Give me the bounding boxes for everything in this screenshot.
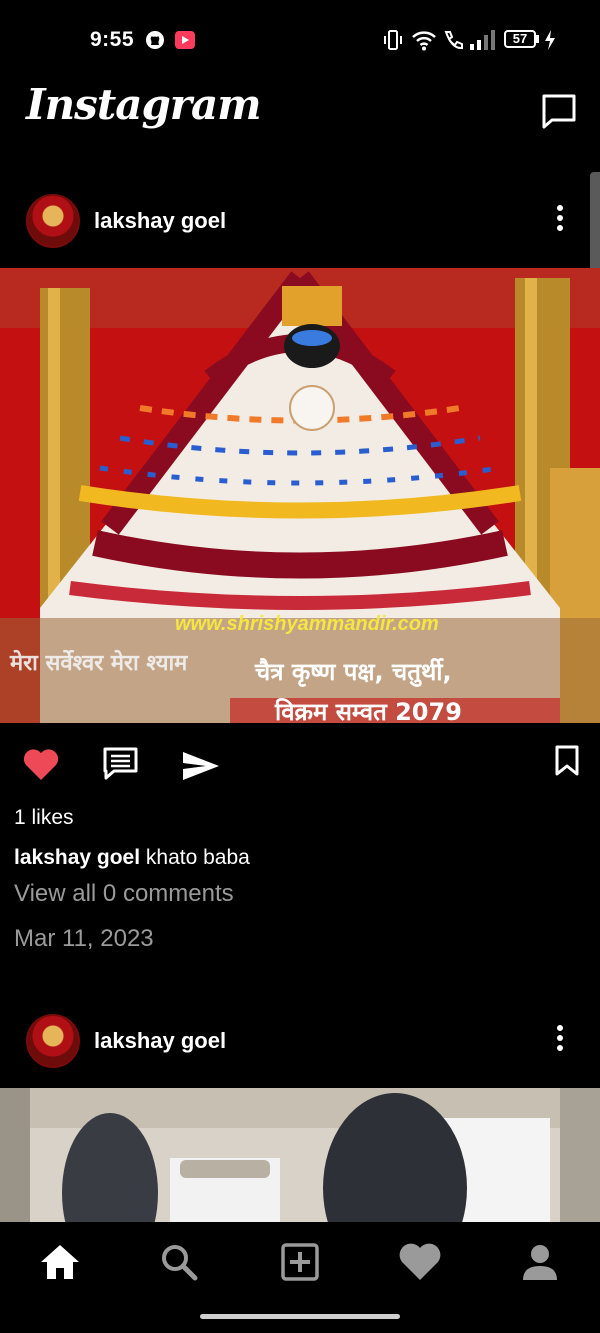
messages-icon[interactable] xyxy=(540,92,578,130)
caption-text: khato baba xyxy=(145,846,250,869)
home-indicator[interactable] xyxy=(200,1314,400,1319)
signal-icon xyxy=(470,30,495,50)
more-options-icon[interactable] xyxy=(550,202,570,240)
add-post-icon xyxy=(281,1243,319,1281)
call-icon xyxy=(444,31,463,50)
battery-tip xyxy=(536,35,539,43)
post-username[interactable]: lakshay goel xyxy=(94,1028,226,1054)
charging-icon xyxy=(545,30,555,50)
nav-search[interactable] xyxy=(149,1232,209,1292)
nav-add-post[interactable] xyxy=(270,1232,330,1292)
status-bar: 9:55 57 xyxy=(0,0,600,80)
caption: lakshay goel khato baba xyxy=(14,846,250,870)
more-options-icon[interactable] xyxy=(550,1022,570,1060)
caption-username[interactable]: lakshay goel xyxy=(14,846,140,869)
post-username[interactable]: lakshay goel xyxy=(94,208,226,234)
search-icon xyxy=(162,1245,198,1281)
avatar[interactable] xyxy=(26,194,80,248)
battery-level: 57 xyxy=(512,31,528,46)
home-icon xyxy=(41,1245,79,1279)
activity-heart-icon xyxy=(399,1243,441,1280)
nav-profile[interactable] xyxy=(510,1232,570,1292)
bookmark-icon[interactable] xyxy=(554,745,580,777)
vibrate-icon xyxy=(384,30,402,50)
post-image-art: www.shrishyammandir.com मेरा सर्वेश्वर म… xyxy=(0,268,600,723)
avatar[interactable] xyxy=(26,1014,80,1068)
profile-icon xyxy=(523,1245,557,1280)
youtube-icon xyxy=(175,31,195,49)
post-image[interactable]: www.shrishyammandir.com मेरा सर्वेश्वर म… xyxy=(0,268,600,723)
image-watermark: www.shrishyammandir.com xyxy=(175,613,439,635)
image-text-right-2: विक्रम सम्वत 2079 xyxy=(274,698,462,723)
github-icon xyxy=(146,31,164,49)
battery-icon: 57 xyxy=(504,30,536,48)
post-header: lakshay goel xyxy=(0,996,600,1086)
like-heart-icon[interactable] xyxy=(22,748,60,782)
share-icon[interactable] xyxy=(182,751,220,781)
post-actions xyxy=(0,735,600,795)
image-text-left: मेरा सर्वेश्वर मेरा श्याम xyxy=(9,649,188,676)
nav-activity[interactable] xyxy=(390,1232,450,1292)
instagram-logo: Instagram xyxy=(26,80,262,129)
image-text-right-1: चैत्र कृष्ण पक्ष, चतुर्थी, xyxy=(254,658,452,687)
app-bar: Instagram xyxy=(0,80,600,150)
likes-count[interactable]: 1 likes xyxy=(14,806,74,830)
view-comments-link[interactable]: View all 0 comments xyxy=(14,880,234,908)
comment-icon[interactable] xyxy=(102,746,140,782)
post-image[interactable] xyxy=(0,1088,600,1222)
post-date: Mar 11, 2023 xyxy=(14,925,154,952)
post-image-art xyxy=(0,1088,600,1222)
status-time: 9:55 xyxy=(90,28,135,51)
wifi-icon xyxy=(412,31,436,51)
nav-home[interactable] xyxy=(30,1232,90,1292)
post-header: lakshay goel xyxy=(0,176,600,266)
